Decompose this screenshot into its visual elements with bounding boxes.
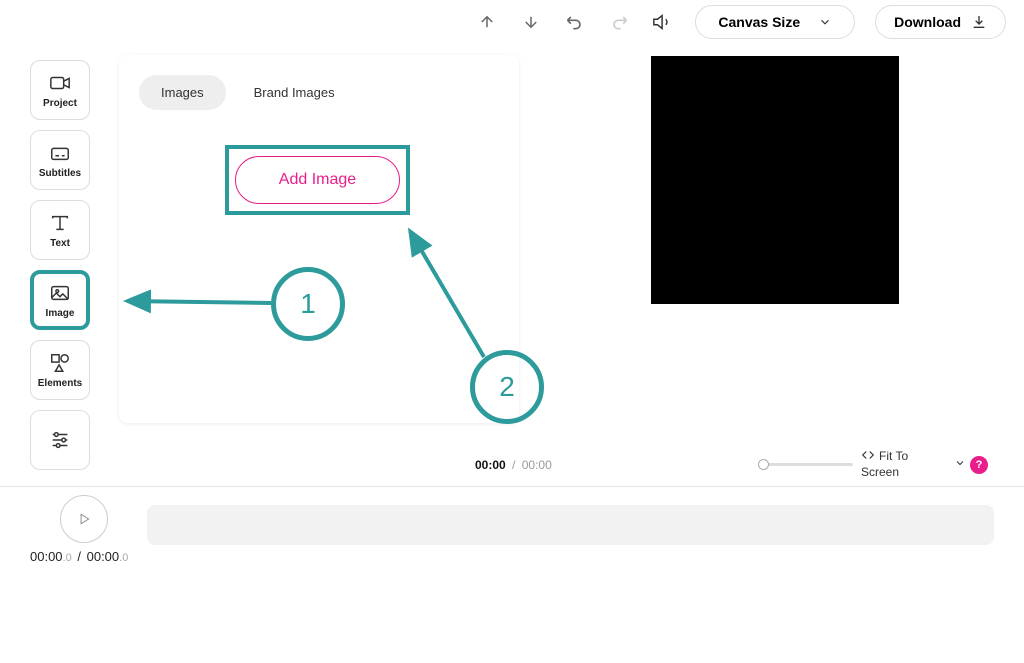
sidebar-item-label: Subtitles: [39, 168, 81, 179]
transport-time: 00:00.0 / 00:00.0: [30, 549, 128, 564]
top-toolbar: Canvas Size Download: [475, 5, 1006, 39]
time-separator: /: [512, 458, 515, 472]
time-total: 00:00: [522, 458, 552, 472]
canvas-size-label: Canvas Size: [718, 14, 800, 30]
images-panel: Images Brand Images: [119, 55, 519, 423]
redo-icon[interactable]: [607, 10, 631, 34]
video-icon: [49, 72, 71, 94]
canvas-preview[interactable]: [651, 56, 899, 304]
sidebar-item-label: Text: [50, 238, 70, 249]
text-icon: [49, 212, 71, 234]
time-current: 00:00: [475, 458, 506, 472]
canvas-size-button[interactable]: Canvas Size: [695, 5, 855, 39]
fit-icon: [861, 449, 875, 465]
zoom-handle[interactable]: [758, 459, 769, 470]
undo-icon[interactable]: [563, 10, 587, 34]
shapes-icon: [49, 352, 71, 374]
sidebar-item-text[interactable]: Text: [30, 200, 90, 260]
play-button[interactable]: [60, 495, 108, 543]
sidebar-item-elements[interactable]: Elements: [30, 340, 90, 400]
tab-images[interactable]: Images: [139, 75, 226, 110]
tab-brand-images[interactable]: Brand Images: [232, 75, 357, 110]
chevron-down-icon[interactable]: [954, 456, 966, 474]
add-image-button[interactable]: Add Image: [235, 156, 400, 204]
sidebar-item-label: Image: [46, 308, 75, 319]
time-display: 00:00 / 00:00: [475, 458, 552, 472]
chevron-down-icon: [818, 15, 832, 29]
sidebar-item-project[interactable]: Project: [30, 60, 90, 120]
move-down-icon[interactable]: [519, 10, 543, 34]
download-button[interactable]: Download: [875, 5, 1006, 39]
move-up-icon[interactable]: [475, 10, 499, 34]
add-image-highlight: Add Image: [225, 145, 410, 215]
fit-to-screen[interactable]: Fit To Screen: [861, 449, 911, 480]
subtitles-icon: [49, 142, 71, 164]
left-sidebar: Project Subtitles Text Image Elements: [30, 60, 90, 470]
sidebar-item-subtitles[interactable]: Subtitles: [30, 130, 90, 190]
timeline-track[interactable]: [147, 505, 994, 545]
help-button[interactable]: ?: [970, 456, 988, 474]
volume-icon[interactable]: [651, 10, 675, 34]
sidebar-item-label: Project: [43, 98, 77, 109]
play-icon: [77, 512, 91, 526]
sidebar-item-label: Elements: [38, 378, 82, 389]
time-bar: 00:00 / 00:00 Fit To Screen ?: [0, 443, 1024, 487]
zoom-slider[interactable]: [758, 463, 853, 466]
download-label: Download: [894, 14, 961, 30]
tab-row: Images Brand Images: [139, 75, 499, 110]
download-icon: [971, 14, 987, 30]
image-icon: [49, 282, 71, 304]
sidebar-item-image[interactable]: Image: [30, 270, 90, 330]
